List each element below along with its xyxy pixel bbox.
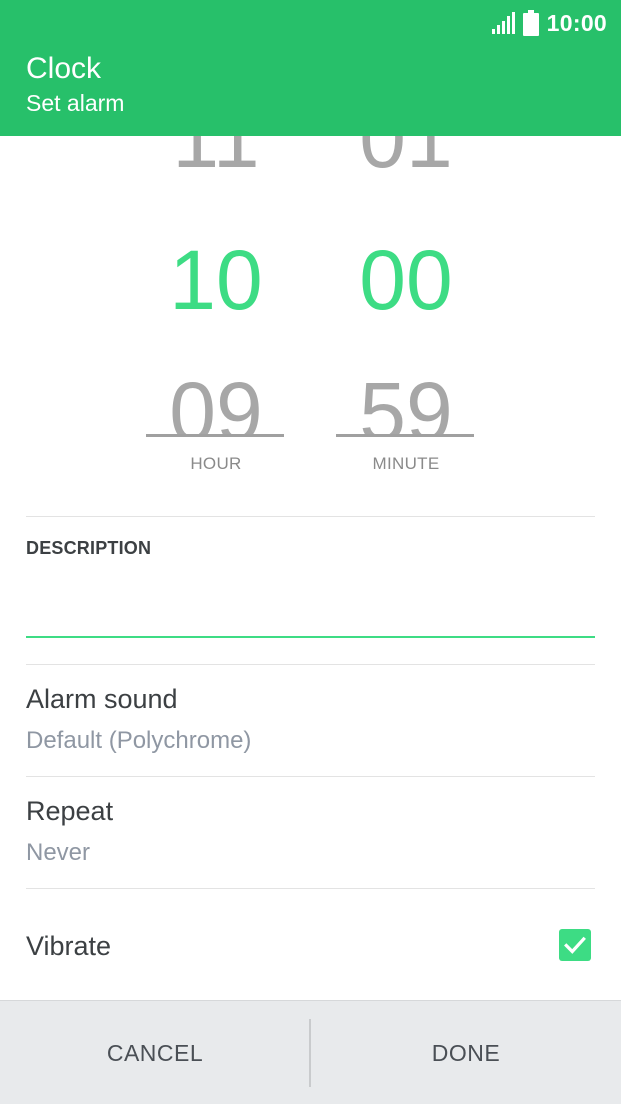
repeat-row[interactable]	[0, 777, 621, 888]
alarm-sound-value: Default (Polychrome)	[26, 727, 252, 754]
minute-label: MINUTE	[372, 454, 440, 473]
repeat-title: Repeat	[26, 796, 114, 826]
hour-current-value[interactable]: 10	[146, 238, 286, 322]
description-input[interactable]	[26, 578, 595, 638]
battery-icon	[522, 10, 539, 36]
hour-label: HOUR	[190, 454, 242, 473]
status-time: 10:00	[546, 9, 607, 36]
minute-underline	[336, 434, 474, 437]
divider	[26, 516, 595, 517]
minute-next-wrapper: 59	[336, 368, 476, 436]
signal-icon	[491, 12, 515, 34]
alarm-sound-row[interactable]	[0, 665, 621, 776]
vibrate-title: Vibrate	[26, 931, 112, 961]
minute-prev-value[interactable]: 01	[336, 136, 476, 180]
alarm-sound-title: Alarm sound	[26, 684, 178, 714]
hour-next-wrapper: 09	[146, 368, 286, 436]
repeat-value: Never	[26, 839, 91, 866]
minute-picker[interactable]: 01 00 59 MINUTE	[336, 136, 476, 506]
done-button[interactable]: DONE	[311, 1001, 621, 1104]
hour-picker[interactable]: 11 10 09 HOUR	[146, 136, 286, 506]
status-bar: 10:00	[491, 8, 607, 38]
hour-underline	[146, 434, 284, 437]
minute-next-value[interactable]: 59	[336, 370, 476, 436]
minute-current-value[interactable]: 00	[336, 238, 476, 322]
app-header: 10:00 Clock Set alarm	[0, 0, 621, 136]
description-label: DESCRIPTION	[26, 538, 152, 558]
hour-next-value[interactable]: 09	[146, 370, 286, 436]
cancel-button[interactable]: CANCEL	[0, 1001, 310, 1104]
app-subtitle: Set alarm	[26, 90, 125, 116]
bottom-action-bar: CANCEL DONE	[0, 1000, 621, 1104]
app-title: Clock	[26, 52, 102, 85]
check-icon	[564, 936, 586, 954]
hour-prev-value[interactable]: 11	[146, 136, 286, 180]
time-picker: 11 10 09 HOUR 01 00 59 MINUTE	[0, 136, 621, 506]
vibrate-checkbox[interactable]	[559, 929, 591, 961]
